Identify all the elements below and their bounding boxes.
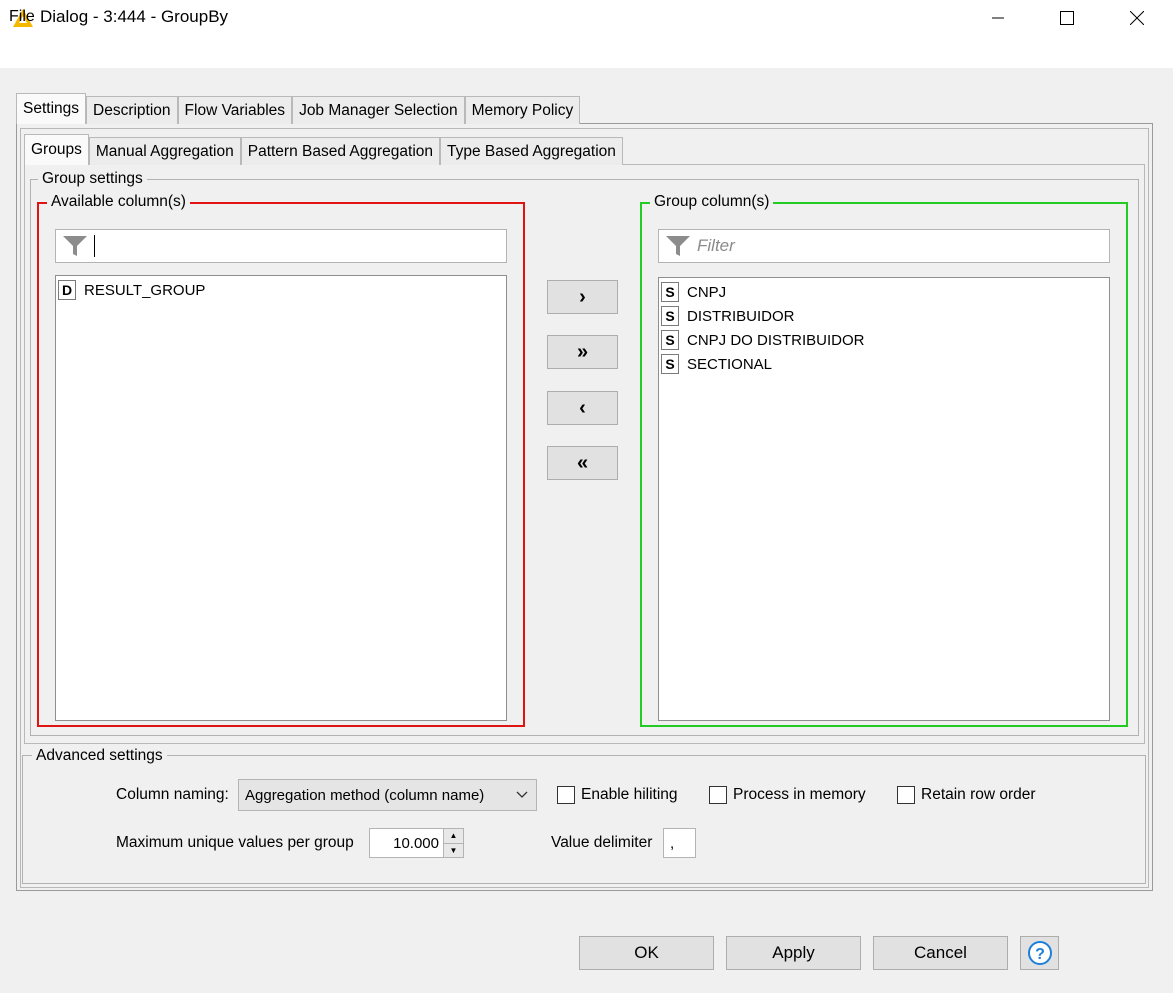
tab-flow-variables[interactable]: Flow Variables [177,96,293,124]
max-unique-values-label: Maximum unique values per group [116,834,354,851]
apply-button[interactable]: Apply [726,936,861,970]
inner-tab-bar: Groups Manual Aggregation Pattern Based … [24,134,623,165]
spinner-arrows: ▲ ▼ [443,829,463,857]
spinner-up-icon[interactable]: ▲ [444,829,463,844]
available-filter-input[interactable] [55,229,507,263]
group-columns-title: Group column(s) [650,193,774,211]
max-unique-values-spinner[interactable]: 10.000 ▲ ▼ [369,828,464,858]
list-item[interactable]: S CNPJ DO DISTRIBUIDOR [659,328,1109,352]
value-delimiter-value: , [670,834,675,852]
string-type-icon: S [661,354,679,374]
filter-icon [666,236,690,256]
column-naming-label: Column naming: [116,786,229,803]
group-columns-list[interactable]: S CNPJ S DISTRIBUIDOR S CNPJ DO DISTRIBU… [658,277,1110,721]
add-button[interactable]: › [547,280,618,314]
remove-button[interactable]: ‹ [547,391,618,425]
filter-icon [63,236,87,256]
double-chevron-left-icon: « [576,451,589,474]
string-type-icon: S [661,282,679,302]
add-all-button[interactable]: » [547,335,618,369]
checkbox-box[interactable] [897,786,915,804]
advanced-settings-box [22,755,1146,884]
process-in-memory-label: Process in memory [733,786,866,803]
group-settings-title: Group settings [38,170,147,188]
double-type-icon: D [58,280,76,300]
column-name: CNPJ [687,283,727,301]
value-delimiter-label: Value delimiter [551,834,653,851]
tab-groups[interactable]: Groups [24,134,89,165]
ok-button[interactable]: OK [579,936,714,970]
available-columns-list[interactable]: D RESULT_GROUP [55,275,507,721]
process-in-memory-checkbox[interactable]: Process in memory [709,786,866,804]
tab-job-manager-selection[interactable]: Job Manager Selection [292,96,465,124]
column-name: SECTIONAL [687,355,773,373]
column-name: DISTRIBUIDOR [687,307,795,325]
tab-memory-policy[interactable]: Memory Policy [464,96,581,124]
window-title: Dialog - 3:444 - GroupBy [40,7,229,26]
tab-manual-aggregation[interactable]: Manual Aggregation [88,137,241,165]
double-chevron-right-icon: » [576,340,589,363]
minimize-button[interactable] [975,0,1021,36]
string-type-icon: S [661,330,679,350]
chevron-right-icon: › [579,285,586,308]
checkbox-box[interactable] [557,786,575,804]
group-filter-input[interactable]: Filter [658,229,1110,263]
remove-all-button[interactable]: « [547,446,618,480]
maximize-icon [1060,11,1074,25]
tab-settings[interactable]: Settings [16,93,87,124]
help-button[interactable]: ? [1020,936,1059,970]
chevron-down-icon [516,791,528,798]
column-name: RESULT_GROUP [84,281,206,299]
menu-bar [0,36,1173,68]
string-type-icon: S [661,306,679,326]
max-unique-values-value[interactable]: 10.000 [370,835,443,852]
advanced-settings-title: Advanced settings [32,747,167,765]
tab-description[interactable]: Description [86,96,178,124]
value-delimiter-input[interactable]: , [663,828,696,858]
minimize-icon [992,17,1004,19]
list-item[interactable]: S CNPJ [659,280,1109,304]
retain-row-order-checkbox[interactable]: Retain row order [897,786,1036,804]
help-glyph: ? [1035,946,1045,963]
list-item[interactable]: S SECTIONAL [659,352,1109,376]
chevron-left-icon: ‹ [579,396,586,419]
enable-hiliting-label: Enable hiliting [581,786,678,803]
maximize-button[interactable] [1044,0,1090,36]
tab-type-based-aggregation[interactable]: Type Based Aggregation [440,137,623,165]
available-columns-title: Available column(s) [47,193,190,211]
help-icon: ? [1027,941,1052,965]
column-naming-select[interactable]: Aggregation method (column name) [238,779,537,811]
column-name: CNPJ DO DISTRIBUIDOR [687,331,865,349]
close-button[interactable] [1114,0,1160,36]
menu-file[interactable]: File [9,8,35,26]
cancel-button[interactable]: Cancel [873,936,1008,970]
outer-tab-bar: Settings Description Flow Variables Job … [16,93,581,124]
list-item[interactable]: S DISTRIBUIDOR [659,304,1109,328]
filter-placeholder: Filter [697,236,735,255]
column-naming-value: Aggregation method (column name) [245,786,485,804]
retain-row-order-label: Retain row order [921,786,1036,803]
text-caret [94,235,95,257]
enable-hiliting-checkbox[interactable]: Enable hiliting [557,786,678,804]
list-item[interactable]: D RESULT_GROUP [56,278,506,302]
tab-pattern-based-aggregation[interactable]: Pattern Based Aggregation [240,137,441,165]
checkbox-box[interactable] [709,786,727,804]
close-icon [1130,11,1144,25]
spinner-down-icon[interactable]: ▼ [444,843,463,857]
